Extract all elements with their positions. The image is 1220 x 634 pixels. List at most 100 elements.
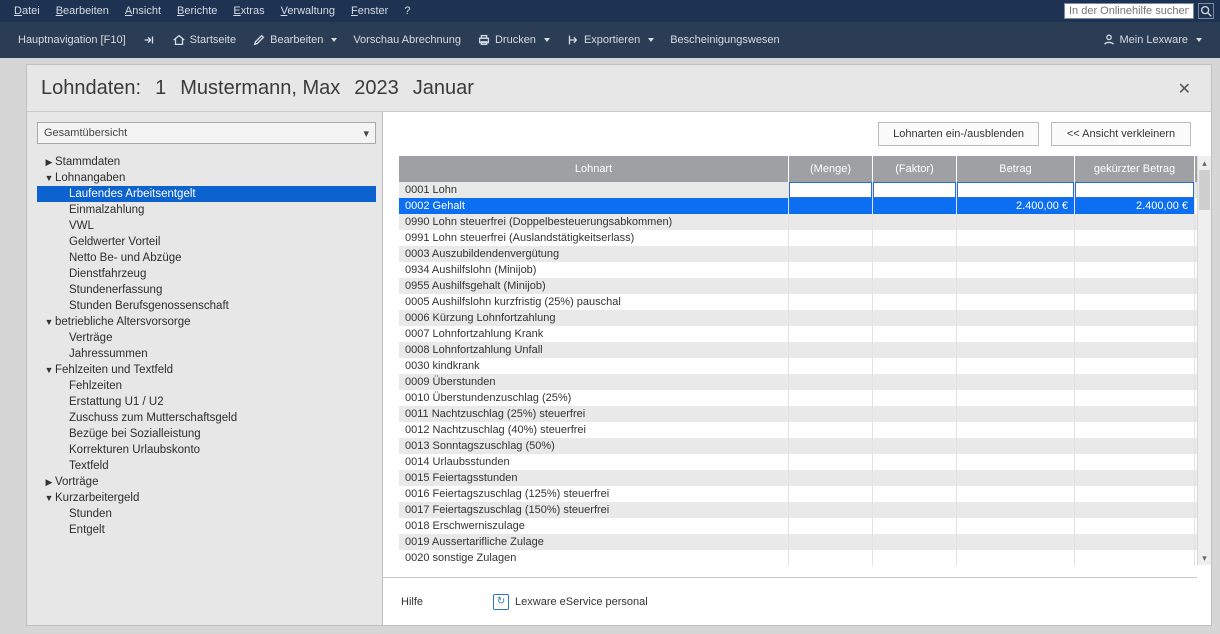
cell[interactable] <box>873 390 957 406</box>
menu-berichte[interactable]: Berichte <box>169 5 225 17</box>
table-row[interactable]: 0016 Feiertagszuschlag (125%) steuerfrei <box>399 486 1197 502</box>
cell[interactable]: 0010 Überstundenzuschlag (25%) <box>399 390 789 406</box>
mein-lexware-button[interactable]: Mein Lexware <box>1094 33 1210 47</box>
cell[interactable]: 0015 Feiertagsstunden <box>399 470 789 486</box>
cell[interactable]: 0008 Lohnfortzahlung Unfall <box>399 342 789 358</box>
cell[interactable]: 0014 Urlaubsstunden <box>399 454 789 470</box>
cell[interactable] <box>957 246 1075 262</box>
vorschau-button[interactable]: Vorschau Abrechnung <box>345 22 469 58</box>
menu-verwaltung[interactable]: Verwaltung <box>273 5 343 17</box>
cell[interactable] <box>789 294 873 310</box>
cell[interactable] <box>1075 422 1195 438</box>
hauptnavigation-button[interactable]: Hauptnavigation [F10] <box>10 22 134 58</box>
triangle-down-icon[interactable]: ▼ <box>43 493 55 503</box>
tree-node[interactable]: Netto Be- und Abzüge <box>37 250 376 266</box>
cell[interactable] <box>1075 454 1195 470</box>
tree-node[interactable]: ▼Fehlzeiten und Textfeld <box>37 362 376 378</box>
cell[interactable] <box>873 486 957 502</box>
tree-node[interactable]: Laufendes Arbeitsentgelt <box>37 186 376 202</box>
cell[interactable]: 0991 Lohn steuerfrei (Auslandstätigkeits… <box>399 230 789 246</box>
cell[interactable]: 0017 Feiertagszuschlag (150%) steuerfrei <box>399 502 789 518</box>
tree-node[interactable]: ▼Kurzarbeitergeld <box>37 490 376 506</box>
cell[interactable] <box>1075 438 1195 454</box>
table-row[interactable]: 0012 Nachtzuschlag (40%) steuerfrei <box>399 422 1197 438</box>
tree-node[interactable]: Verträge <box>37 330 376 346</box>
exportieren-button[interactable]: Exportieren <box>558 22 662 58</box>
cell[interactable] <box>789 310 873 326</box>
table-row[interactable]: 0007 Lohnfortzahlung Krank <box>399 326 1197 342</box>
scroll-thumb[interactable] <box>1199 170 1210 210</box>
cell[interactable] <box>789 278 873 294</box>
cell[interactable] <box>1075 406 1195 422</box>
tree-node[interactable]: Dienstfahrzeug <box>37 266 376 282</box>
cell[interactable] <box>873 358 957 374</box>
cell[interactable] <box>789 198 873 214</box>
cell[interactable] <box>1075 518 1195 534</box>
cell[interactable] <box>957 342 1075 358</box>
cell[interactable] <box>957 230 1075 246</box>
cell[interactable] <box>873 374 957 390</box>
cell[interactable] <box>957 534 1075 550</box>
scroll-down-arrow[interactable]: ▾ <box>1198 551 1211 565</box>
cell[interactable] <box>789 342 873 358</box>
cell[interactable] <box>957 374 1075 390</box>
cell[interactable]: 0020 sonstige Zulagen <box>399 550 789 566</box>
tree-node[interactable]: Korrekturen Urlaubskonto <box>37 442 376 458</box>
cell[interactable] <box>873 502 957 518</box>
cell[interactable] <box>1075 470 1195 486</box>
tree-node[interactable]: Einmalzahlung <box>37 202 376 218</box>
cell[interactable] <box>789 486 873 502</box>
cell[interactable] <box>1075 502 1195 518</box>
cell[interactable] <box>789 390 873 406</box>
tree-node[interactable]: Fehlzeiten <box>37 378 376 394</box>
tree-node[interactable]: Erstattung U1 / U2 <box>37 394 376 410</box>
cell[interactable] <box>1075 182 1195 198</box>
tree-node[interactable]: Textfeld <box>37 458 376 474</box>
cell[interactable] <box>789 246 873 262</box>
tree-node[interactable]: ▶Vorträge <box>37 474 376 490</box>
bescheinigungswesen-button[interactable]: Bescheinigungswesen <box>662 22 787 58</box>
cell[interactable] <box>789 182 873 198</box>
tree-node[interactable]: Stundenerfassung <box>37 282 376 298</box>
cell[interactable]: 0011 Nachtzuschlag (25%) steuerfrei <box>399 406 789 422</box>
cell[interactable] <box>789 358 873 374</box>
cell[interactable] <box>1075 278 1195 294</box>
menu-extras[interactable]: Extras <box>225 5 272 17</box>
cell[interactable] <box>873 438 957 454</box>
table-row[interactable]: 0934 Aushilfslohn (Minijob) <box>399 262 1197 278</box>
cell[interactable] <box>789 422 873 438</box>
cell[interactable] <box>957 502 1075 518</box>
cell[interactable] <box>789 374 873 390</box>
cell[interactable] <box>1075 550 1195 566</box>
drucken-button[interactable]: Drucken <box>469 22 558 58</box>
cell[interactable] <box>873 342 957 358</box>
cell[interactable] <box>1075 294 1195 310</box>
pin-button[interactable] <box>134 22 164 58</box>
cell[interactable] <box>1075 390 1195 406</box>
cell[interactable]: 0003 Auszubildendenvergütung <box>399 246 789 262</box>
cell[interactable] <box>957 294 1075 310</box>
triangle-down-icon[interactable]: ▼ <box>43 173 55 183</box>
view-combo[interactable]: Gesamtübersicht ▾ <box>37 122 376 144</box>
cell[interactable] <box>873 230 957 246</box>
menu-?[interactable]: ? <box>396 5 418 17</box>
cell[interactable] <box>873 406 957 422</box>
cell[interactable] <box>1075 246 1195 262</box>
cell[interactable]: 0030 kindkrank <box>399 358 789 374</box>
ansicht-verkleinern-button[interactable]: << Ansicht verkleinern <box>1051 122 1191 146</box>
cell[interactable] <box>1075 358 1195 374</box>
cell[interactable] <box>873 310 957 326</box>
cell[interactable] <box>789 406 873 422</box>
cell[interactable] <box>873 422 957 438</box>
table-row[interactable]: 0001 Lohn <box>399 182 1197 198</box>
table-row[interactable]: 0019 Aussertarifliche Zulage <box>399 534 1197 550</box>
cell[interactable] <box>957 422 1075 438</box>
cell[interactable] <box>873 294 957 310</box>
help-search-input[interactable] <box>1064 3 1194 19</box>
lohnarten-grid[interactable]: Lohnart(Menge)(Faktor)Betraggekürzter Be… <box>399 156 1197 577</box>
cell[interactable]: 0002 Gehalt <box>399 198 789 214</box>
cell[interactable] <box>1075 534 1195 550</box>
cell[interactable] <box>957 390 1075 406</box>
cell[interactable]: 0934 Aushilfslohn (Minijob) <box>399 262 789 278</box>
cell[interactable] <box>873 198 957 214</box>
